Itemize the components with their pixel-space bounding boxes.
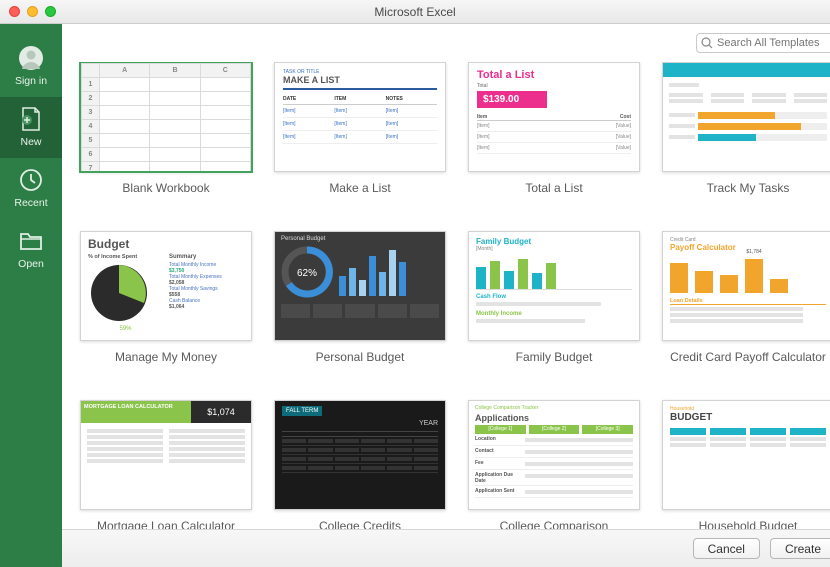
- template-card[interactable]: College Comparison TrackerApplications[C…: [468, 400, 640, 533]
- template-card[interactable]: ABC1234567 Blank Workbook: [80, 62, 252, 195]
- template-card[interactable]: Personal Budget62% Personal Budget: [274, 231, 446, 364]
- template-thumbnail: ABC1234567: [80, 62, 252, 172]
- template-card[interactable]: TASK OR TITLEMAKE A LISTDATEITEMNOTES[It…: [274, 62, 446, 195]
- template-thumbnail: Total a ListTotal$139.00ItemCost[Item][V…: [468, 62, 640, 172]
- template-thumbnail: Family Budget[Month]Cash FlowMonthly Inc…: [468, 231, 640, 341]
- sidebar-item-label: Open: [18, 258, 44, 270]
- template-thumbnail: Budget% of Income Spent59%SummaryTotal M…: [80, 231, 252, 341]
- template-label: Manage My Money: [115, 350, 217, 364]
- template-card[interactable]: Credit CardPayoff Calculator$1,784Loan D…: [662, 231, 830, 364]
- template-thumbnail: Credit CardPayoff Calculator$1,784Loan D…: [662, 231, 830, 341]
- template-label: Total a List: [525, 181, 582, 195]
- sidebar-item-new[interactable]: New: [0, 97, 62, 158]
- template-label: Track My Tasks: [707, 181, 790, 195]
- template-card[interactable]: FALL TERMYEARCollege Credits: [274, 400, 446, 533]
- template-label: Personal Budget: [316, 350, 405, 364]
- template-thumbnail: FALL TERMYEAR: [274, 400, 446, 510]
- sidebar: Sign in New Recent Open: [0, 24, 62, 567]
- sidebar-item-recent[interactable]: Recent: [0, 158, 62, 219]
- template-label: Family Budget: [516, 350, 593, 364]
- sidebar-item-signin[interactable]: Sign in: [0, 36, 62, 97]
- create-button[interactable]: Create: [770, 538, 830, 559]
- sidebar-item-label: Recent: [14, 197, 47, 209]
- new-doc-icon: [17, 105, 45, 133]
- template-thumbnail: College Comparison TrackerApplications[C…: [468, 400, 640, 510]
- folder-icon: [17, 227, 45, 255]
- template-card[interactable]: Track My Tasks: [662, 62, 830, 195]
- template-card[interactable]: Total a ListTotal$139.00ItemCost[Item][V…: [468, 62, 640, 195]
- clock-icon: [17, 166, 45, 194]
- template-thumbnail: Personal Budget62%: [274, 231, 446, 341]
- template-gallery[interactable]: ABC1234567 Blank Workbook TASK OR TITLEMAK…: [62, 62, 830, 567]
- titlebar: Microsoft Excel: [0, 0, 830, 24]
- window-title: Microsoft Excel: [0, 5, 830, 19]
- sidebar-item-open[interactable]: Open: [0, 219, 62, 280]
- template-thumbnail: MORTGAGE LOAN CALCULATOR$1,074: [80, 400, 252, 510]
- template-card[interactable]: Budget% of Income Spent59%SummaryTotal M…: [80, 231, 252, 364]
- search-icon: [701, 37, 713, 49]
- svg-text:62%: 62%: [297, 268, 317, 279]
- cancel-button[interactable]: Cancel: [693, 538, 760, 559]
- template-thumbnail: HouseholdBUDGET: [662, 400, 830, 510]
- user-icon: [17, 44, 45, 72]
- main-panel: ABC1234567 Blank Workbook TASK OR TITLEMAK…: [62, 24, 830, 567]
- template-card[interactable]: Family Budget[Month]Cash FlowMonthly Inc…: [468, 231, 640, 364]
- template-label: Make a List: [329, 181, 390, 195]
- sidebar-item-label: New: [20, 136, 41, 148]
- template-label: Blank Workbook: [122, 181, 209, 195]
- sidebar-item-label: Sign in: [15, 75, 47, 87]
- template-label: Credit Card Payoff Calculator: [670, 350, 826, 364]
- template-card[interactable]: MORTGAGE LOAN CALCULATOR$1,074Mortgage L…: [80, 400, 252, 533]
- search-bar: [62, 24, 830, 62]
- template-card[interactable]: HouseholdBUDGETHousehold Budget: [662, 400, 830, 533]
- footer: Cancel Create: [62, 529, 830, 567]
- search-input[interactable]: [696, 33, 830, 53]
- template-thumbnail: TASK OR TITLEMAKE A LISTDATEITEMNOTES[It…: [274, 62, 446, 172]
- template-thumbnail: [662, 62, 830, 172]
